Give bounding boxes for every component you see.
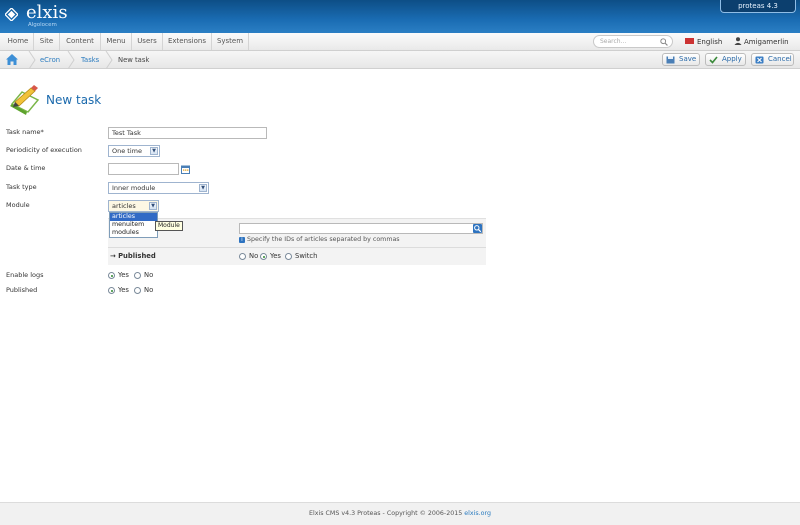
- datetime-label: Date & time: [6, 164, 46, 172]
- enable-logs-label: Enable logs: [6, 271, 44, 279]
- search-placeholder: Search...: [600, 38, 627, 45]
- uk-flag-icon: [685, 38, 694, 44]
- published-inner-text: Published: [118, 252, 156, 260]
- published-inner-no-radio[interactable]: [239, 253, 246, 260]
- info-icon: i: [239, 237, 245, 243]
- brand-name: elxis: [26, 2, 68, 23]
- module-select[interactable]: articles ▼: [108, 200, 159, 212]
- main-menu: Home Site Content Menu Users Extensions …: [0, 33, 800, 51]
- elxis-logo[interactable]: elxis Algolocem: [4, 2, 84, 30]
- chevron-down-icon: ▼: [149, 202, 157, 210]
- periodicity-label: Periodicity of execution: [6, 146, 82, 154]
- published-inner-yes-radio[interactable]: [260, 253, 267, 260]
- user-menu[interactable]: Amigamerlin: [734, 36, 789, 48]
- footer-link[interactable]: elxis.org: [464, 510, 491, 517]
- published-inner-switch-radio[interactable]: [285, 253, 292, 260]
- module-value: articles: [112, 202, 136, 210]
- article-ids-input[interactable]: [239, 223, 483, 234]
- published-label: Published: [6, 286, 38, 294]
- menu-item-home[interactable]: Home: [3, 33, 34, 50]
- footer-text: Elxis CMS v4.3 Proteas - Copyright © 200…: [309, 510, 463, 517]
- search-input[interactable]: Search...: [593, 35, 673, 48]
- enable-logs-yes-radio[interactable]: [108, 272, 115, 279]
- published-inner-yes-label: Yes: [270, 252, 281, 260]
- language-label: English: [697, 38, 723, 46]
- published-inner-switch-label: Switch: [295, 252, 318, 260]
- save-label: Save: [679, 55, 697, 63]
- module-label: Module: [6, 201, 30, 209]
- brand-tagline: Algolocem: [28, 22, 57, 28]
- menu-item-site[interactable]: Site: [34, 33, 60, 50]
- language-selector[interactable]: English: [685, 36, 722, 48]
- cancel-x-icon: [755, 56, 764, 64]
- page-title: New task: [46, 93, 102, 107]
- published-yes-radio[interactable]: [108, 287, 115, 294]
- cancel-label: Cancel: [768, 55, 792, 63]
- breadcrumb: eCron Tasks New task Save Apply Cancel: [0, 51, 800, 69]
- panel-divider: [108, 247, 486, 248]
- task-name-label: Task name*: [6, 128, 44, 136]
- floppy-disk-icon: [666, 56, 675, 64]
- published-inner-no-label: No: [249, 252, 259, 260]
- module-dropdown-list: articles menuitem modules: [109, 212, 158, 238]
- chevron-down-icon: ▼: [199, 184, 207, 192]
- cancel-button[interactable]: Cancel: [751, 53, 794, 66]
- user-icon: [734, 37, 742, 45]
- module-tooltip: Module: [155, 221, 183, 231]
- task-type-value: Inner module: [112, 184, 156, 192]
- calendar-icon[interactable]: [181, 165, 190, 174]
- breadcrumb-separator-icon: [28, 51, 36, 69]
- breadcrumb-tasks[interactable]: Tasks: [81, 51, 99, 69]
- published-no-radio[interactable]: [134, 287, 141, 294]
- breadcrumb-ecron[interactable]: eCron: [40, 51, 60, 69]
- module-option-modules[interactable]: modules: [110, 229, 157, 237]
- menu-item-extensions[interactable]: Extensions: [163, 33, 212, 50]
- menu-item-users[interactable]: Users: [132, 33, 163, 50]
- apply-check-icon: [709, 56, 718, 64]
- version-badge: proteas 4.3: [720, 0, 796, 13]
- user-name: Amigamerlin: [744, 38, 789, 46]
- apply-label: Apply: [722, 55, 742, 63]
- footer: Elxis CMS v4.3 Proteas - Copyright © 200…: [0, 502, 800, 525]
- menu-item-menu[interactable]: Menu: [101, 33, 132, 50]
- menu-item-content[interactable]: Content: [60, 33, 101, 50]
- breadcrumb-current: New task: [118, 56, 150, 64]
- published-no-label: No: [144, 286, 154, 294]
- task-type-label: Task type: [6, 183, 37, 191]
- periodicity-value: One time: [112, 147, 142, 155]
- published-yes-label: Yes: [118, 286, 129, 294]
- menu-item-system[interactable]: System: [212, 33, 249, 50]
- enable-logs-no-radio[interactable]: [134, 272, 141, 279]
- new-task-icon: [10, 85, 40, 115]
- magnifier-icon: [474, 225, 482, 233]
- enable-logs-yes-label: Yes: [118, 271, 129, 279]
- app-header: elxis Algolocem proteas 4.3: [0, 0, 800, 33]
- breadcrumb-separator-icon: [67, 51, 75, 69]
- apply-button[interactable]: Apply: [705, 53, 746, 66]
- datetime-input[interactable]: [108, 163, 179, 175]
- article-ids-hint: Specify the IDs of articles separated by…: [247, 236, 400, 243]
- save-button[interactable]: Save: [662, 53, 700, 66]
- search-articles-button[interactable]: [473, 224, 482, 233]
- search-icon[interactable]: [660, 38, 668, 46]
- enable-logs-no-label: No: [144, 271, 154, 279]
- periodicity-select[interactable]: One time ▼: [108, 145, 160, 157]
- task-type-select[interactable]: Inner module ▼: [108, 182, 209, 194]
- home-icon[interactable]: [5, 53, 19, 66]
- module-option-articles[interactable]: articles: [110, 213, 157, 221]
- task-name-input[interactable]: Test Task: [108, 127, 267, 139]
- chevron-down-icon: ▼: [150, 147, 158, 155]
- diamond-logo-icon: [5, 8, 18, 21]
- breadcrumb-separator-icon: [105, 51, 113, 69]
- module-option-menuitem[interactable]: menuitem: [110, 221, 157, 229]
- published-inner-label: → Published: [110, 252, 156, 260]
